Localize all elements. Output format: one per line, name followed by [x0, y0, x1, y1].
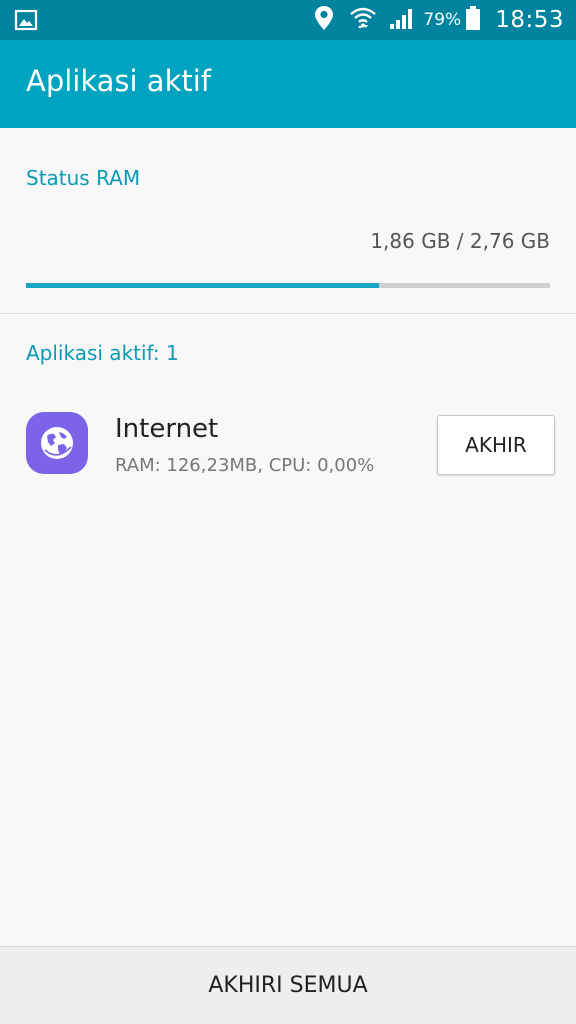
ram-usage-bar — [26, 283, 550, 288]
signal-icon — [389, 6, 415, 34]
location-icon — [313, 5, 335, 35]
screen: 79% 18:53 Aplikasi aktif Status RAM 1,86… — [0, 0, 576, 1024]
wifi-icon — [349, 4, 377, 36]
app-resource-usage: RAM: 126,23MB, CPU: 0,00% — [115, 455, 375, 476]
page-title: Aplikasi aktif — [26, 64, 212, 98]
ram-usage-bar-fill — [26, 283, 380, 288]
globe-icon — [26, 412, 88, 474]
end-app-button[interactable]: AKHIR — [437, 415, 555, 475]
app-row-internet: Internet RAM: 126,23MB, CPU: 0,00% AKHIR — [0, 398, 576, 498]
app-name: Internet — [115, 414, 219, 444]
ram-usage-text: 1,86 GB / 2,76 GB — [370, 229, 550, 253]
ram-status-heading: Status RAM — [26, 166, 141, 190]
gallery-icon — [14, 8, 38, 32]
status-icons: 79% 18:53 — [305, 0, 564, 40]
active-apps-heading: Aplikasi aktif: 1 — [26, 341, 179, 365]
section-divider — [0, 313, 576, 314]
status-bar: 79% 18:53 — [0, 0, 576, 40]
end-all-button[interactable]: AKHIRI SEMUA — [0, 946, 576, 1024]
clock: 18:53 — [495, 7, 564, 33]
battery-icon — [465, 5, 481, 35]
app-bar: Aplikasi aktif — [0, 40, 576, 128]
battery-percent: 79% — [423, 10, 462, 30]
